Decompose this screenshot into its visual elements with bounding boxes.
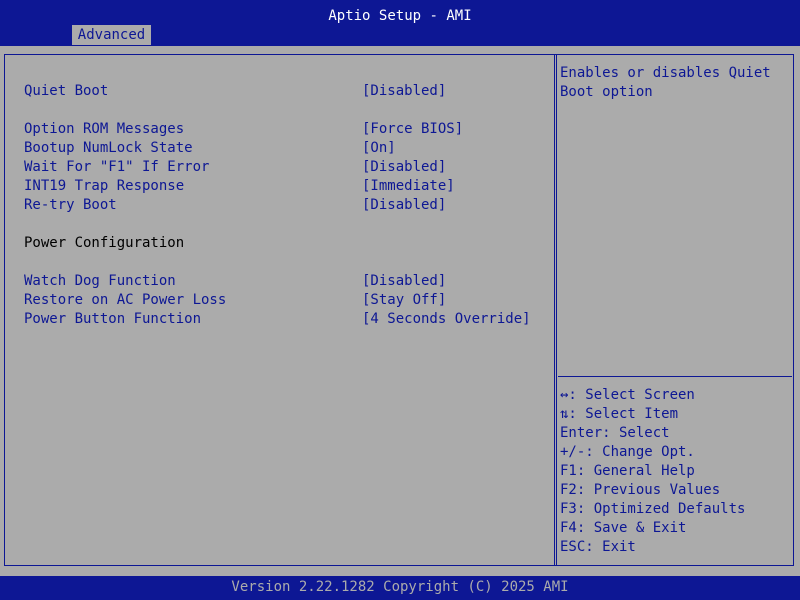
- setting-restore-ac-power[interactable]: Restore on AC Power Loss [Stay Off]: [24, 291, 544, 310]
- setting-value[interactable]: [Disabled]: [362, 272, 446, 291]
- setting-value[interactable]: [Force BIOS]: [362, 120, 463, 139]
- setting-power-button[interactable]: Power Button Function [4 Seconds Overrid…: [24, 310, 544, 329]
- help-divider: [558, 376, 792, 377]
- setting-value[interactable]: [Disabled]: [362, 196, 446, 215]
- setting-label: INT19 Trap Response: [24, 178, 185, 194]
- key-hint: ↔: Select Screen: [560, 387, 695, 403]
- setting-retry-boot[interactable]: Re-try Boot [Disabled]: [24, 196, 544, 215]
- help-text: Enables or disables Quiet Boot option: [560, 64, 790, 102]
- title-bar: Aptio Setup - AMI Advanced: [0, 0, 800, 46]
- key-hint: F1: General Help: [560, 463, 695, 479]
- setting-value[interactable]: [Disabled]: [362, 82, 446, 101]
- setting-label: Power Button Function: [24, 311, 202, 327]
- key-hint: F2: Previous Values: [560, 482, 721, 498]
- help-line: Enables or disables Quiet: [560, 65, 771, 81]
- key-hint: ESC: Exit: [560, 539, 636, 555]
- setting-value[interactable]: [On]: [362, 139, 396, 158]
- setting-option-rom-messages[interactable]: Option ROM Messages [Force BIOS]: [24, 120, 544, 139]
- help-line: Boot option: [560, 84, 653, 100]
- setting-label: Quiet Boot: [24, 83, 109, 99]
- tab-advanced[interactable]: Advanced: [72, 25, 151, 45]
- section-power-configuration: Power Configuration: [24, 235, 185, 251]
- setting-label: Option ROM Messages: [24, 121, 185, 137]
- setting-value[interactable]: [4 Seconds Override]: [362, 310, 531, 329]
- key-hint: ⇅: Select Item: [560, 406, 679, 422]
- setting-value[interactable]: [Stay Off]: [362, 291, 446, 310]
- key-hint: F3: Optimized Defaults: [560, 501, 746, 517]
- setting-label: Bootup NumLock State: [24, 140, 193, 156]
- setting-label: Watch Dog Function: [24, 273, 176, 289]
- setting-bootup-numlock[interactable]: Bootup NumLock State [On]: [24, 139, 544, 158]
- setting-int19-trap[interactable]: INT19 Trap Response [Immediate]: [24, 177, 544, 196]
- footer-bar: Version 2.22.1282 Copyright (C) 2025 AMI: [0, 576, 800, 600]
- setting-label: Wait For "F1" If Error: [24, 159, 210, 175]
- main-panel: Quiet Boot [Disabled] Option ROM Message…: [0, 46, 800, 576]
- key-hint: F4: Save & Exit: [560, 520, 687, 536]
- panel-divider: [554, 54, 555, 566]
- version-text: Version 2.22.1282 Copyright (C) 2025 AMI: [231, 579, 569, 595]
- setting-watch-dog[interactable]: Watch Dog Function [Disabled]: [24, 272, 544, 291]
- key-hint: +/-: Change Opt.: [560, 444, 695, 460]
- setting-value[interactable]: [Immediate]: [362, 177, 455, 196]
- key-legend: ↔: Select Screen ⇅: Select Item Enter: S…: [560, 386, 790, 557]
- setting-label: Re-try Boot: [24, 197, 117, 213]
- setting-value[interactable]: [Disabled]: [362, 158, 446, 177]
- setting-label: Restore on AC Power Loss: [24, 292, 227, 308]
- app-title: Aptio Setup - AMI: [328, 8, 472, 24]
- panel-divider-inner: [556, 54, 557, 566]
- setting-quiet-boot[interactable]: Quiet Boot [Disabled]: [24, 82, 544, 101]
- setting-wait-f1[interactable]: Wait For "F1" If Error [Disabled]: [24, 158, 544, 177]
- key-hint: Enter: Select: [560, 425, 670, 441]
